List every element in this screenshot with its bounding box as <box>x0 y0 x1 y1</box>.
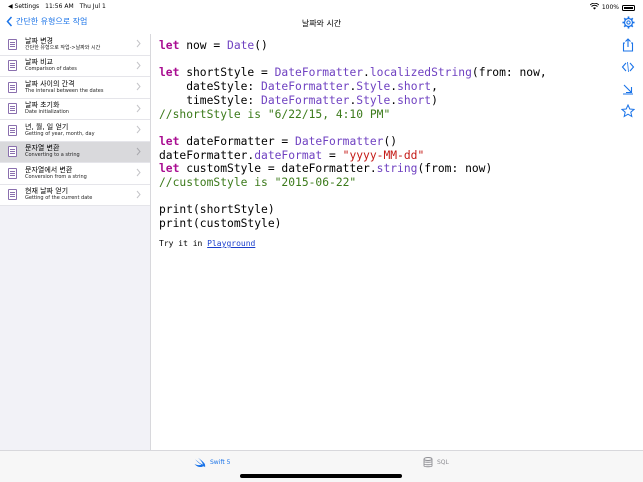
chevron-right-icon <box>136 190 141 198</box>
download-icon[interactable] <box>621 82 635 96</box>
sidebar-item-current-date[interactable]: 현재 날짜 얻기 Getting of the current date <box>0 185 150 206</box>
nav-bar: 간단한 유형으로 작업 날짜와 시간 <box>0 12 643 34</box>
document-icon <box>8 60 17 72</box>
battery-icon <box>622 4 635 11</box>
sidebar-list: 날짜 변경 간단한 유형으로 작업->날짜와 시간 날짜 비교 Comparison… <box>0 34 150 206</box>
document-icon <box>8 167 17 179</box>
swift-icon <box>194 457 206 468</box>
chevron-right-icon <box>136 82 141 91</box>
document-icon <box>8 81 17 93</box>
code-line: let customStyle = dateFormatter.string(f… <box>159 162 493 176</box>
chevron-right-icon <box>136 147 141 155</box>
tab-swift-label: Swift 5 <box>210 459 231 466</box>
sidebar-item-from-string[interactable]: 문자열에서 변환 Conversion from a string <box>0 163 150 185</box>
share-icon[interactable] <box>621 38 635 52</box>
wifi-icon <box>589 2 600 12</box>
sidebar-item-subtitle: The interval between the dates <box>25 87 104 94</box>
sidebar-item-ymd[interactable]: 년, 월, 일 얻기 Getting of year, month, day <box>0 120 150 142</box>
sidebar-item-subtitle: Date initialization <box>25 109 69 116</box>
code-line: ​ <box>159 121 547 135</box>
document-icon <box>8 103 17 115</box>
sidebar-item-title: 현재 날짜 얻기 <box>25 187 69 196</box>
code-line: let now = Date() <box>159 39 268 52</box>
code-line: //customStyle is "2015-06-22" <box>159 176 357 190</box>
sidebar-item-subtitle: Conversion from a string <box>25 173 87 180</box>
sidebar-item-subtitle: Getting of the current date <box>25 195 93 202</box>
back-to-app[interactable]: ◀ Settings <box>8 3 39 10</box>
document-icon <box>8 124 17 136</box>
tab-swift[interactable]: Swift 5 <box>194 457 230 468</box>
sidebar: 날짜 변경 간단한 유형으로 작업->날짜와 시간 날짜 비교 Comparison… <box>0 34 151 450</box>
chevron-right-icon <box>136 104 141 112</box>
battery-percent: 100% <box>601 4 619 11</box>
sidebar-item-title: 날짜 변경 <box>25 36 53 45</box>
code-panel: let now = Date()​let shortStyle = DateFo… <box>151 34 613 450</box>
status-bar: ◀ Settings 11:56 AM Thu Jul 1 100% <box>0 0 643 12</box>
star-icon[interactable] <box>621 104 635 118</box>
document-icon <box>8 146 17 158</box>
code-block: let now = Date()​let shortStyle = DateFo… <box>159 39 547 231</box>
code-line: ​ <box>159 190 547 204</box>
code-line: dateFormatter.dateFormat = "yyyy-MM-dd" <box>159 148 425 162</box>
sidebar-item-title: 날짜 비교 <box>25 58 53 67</box>
code-line: dateStyle: DateFormatter.Style.short, <box>159 80 438 94</box>
sidebar-item-to-string[interactable]: 문자열 변환 Converting to a string <box>0 141 150 163</box>
sidebar-item-title: 날짜 사이의 간격 <box>25 79 75 88</box>
status-date: Thu Jul 1 <box>79 3 106 10</box>
chevron-right-icon <box>136 39 141 48</box>
sidebar-item-title: 문자열에서 변환 <box>25 165 73 174</box>
document-icon <box>8 189 17 201</box>
code-line: timeStyle: DateFormatter.Style.short) <box>159 93 438 107</box>
gear-icon[interactable] <box>622 16 635 29</box>
sidebar-item-date-compare[interactable]: 날짜 비교 Comparison of dates <box>0 56 150 77</box>
home-indicator <box>240 474 402 478</box>
sidebar-item-title: 문자열 변환 <box>25 144 60 153</box>
tab-sql[interactable]: SQL <box>423 457 449 468</box>
chevron-right-icon <box>136 168 141 177</box>
code-line: print(customStyle) <box>159 217 282 231</box>
code-icon[interactable] <box>621 60 635 74</box>
status-time: 11:56 AM <box>45 3 74 10</box>
tab-sql-label: SQL <box>437 459 449 466</box>
try-it-line: Try it in Playground <box>159 239 255 248</box>
sidebar-item-title: 날짜 초기화 <box>25 101 60 110</box>
sidebar-item-date-change[interactable]: 날짜 변경 간단한 유형으로 작업->날짜와 시간 <box>0 34 150 56</box>
document-icon <box>8 38 17 50</box>
sidebar-item-title: 년, 월, 일 얻기 <box>25 122 69 131</box>
sidebar-item-date-interval[interactable]: 날짜 사이의 간격 The interval between the dates <box>0 77 150 99</box>
chevron-right-icon <box>136 61 141 69</box>
code-line: let dateFormatter = DateFormatter() <box>159 134 398 148</box>
code-line: print(shortStyle) <box>159 203 275 217</box>
playground-link[interactable]: Playground <box>207 239 255 248</box>
sidebar-item-subtitle: Getting of year, month, day <box>25 130 95 137</box>
sidebar-item-date-init[interactable]: 날짜 초기화 Date initialization <box>0 99 150 120</box>
code-line: let shortStyle = DateFormatter.localized… <box>159 66 547 80</box>
right-toolbar <box>613 34 643 450</box>
code-line: ​ <box>159 53 547 67</box>
sidebar-item-subtitle: 간단한 유형으로 작업->날짜와 시간 <box>25 44 101 51</box>
page-title: 날짜와 시간 <box>301 19 342 28</box>
database-icon <box>423 457 433 468</box>
sidebar-item-subtitle: Comparison of dates <box>25 66 77 73</box>
try-it-prefix: Try it in <box>159 239 208 248</box>
sidebar-item-subtitle: Converting to a string <box>25 152 80 159</box>
code-line: //shortStyle is "6/22/15, 4:10 PM" <box>159 107 391 121</box>
chevron-right-icon <box>136 125 141 134</box>
